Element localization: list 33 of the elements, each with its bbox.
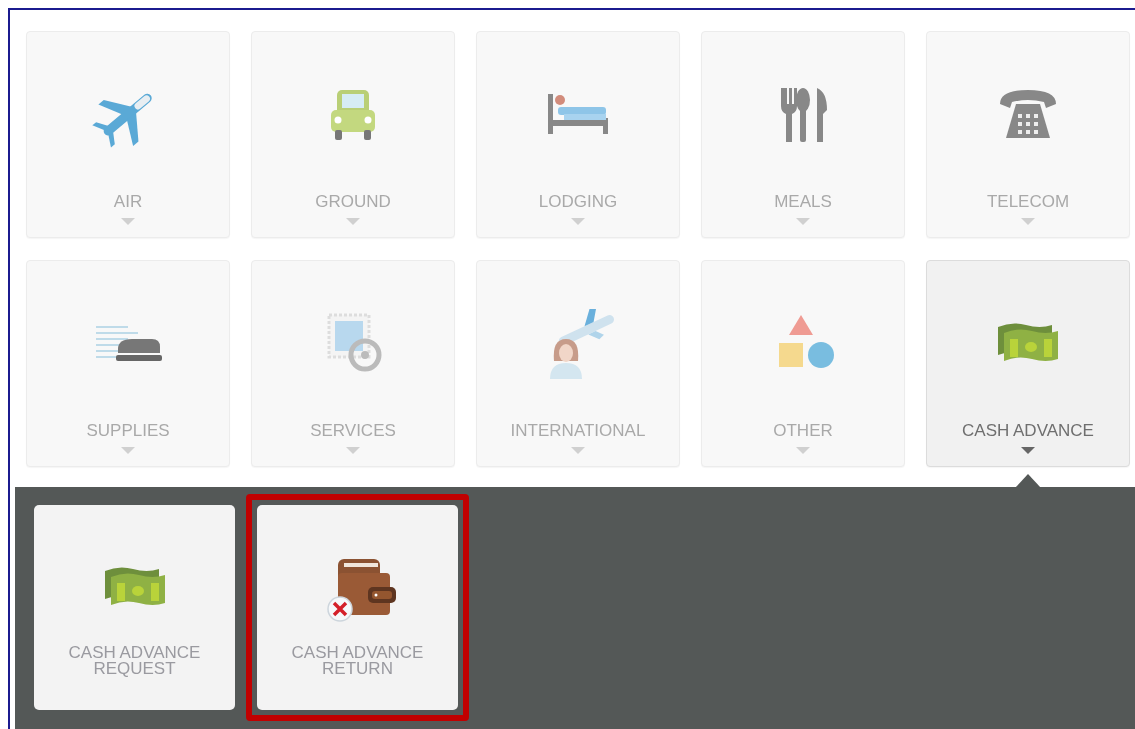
category-tile[interactable]: GROUND (251, 31, 455, 238)
caret-icon (571, 218, 585, 225)
category-label: SERVICES (310, 421, 396, 441)
category-tile[interactable]: INTERNATIONAL (476, 260, 680, 467)
caret-icon (1021, 218, 1035, 225)
caret-icon (1021, 447, 1035, 454)
category-label: CASH ADVANCE (962, 421, 1094, 441)
category-tile[interactable]: AIR (26, 31, 230, 238)
caret-icon (346, 447, 360, 454)
caret-icon (796, 447, 810, 454)
caret-icon (571, 447, 585, 454)
subcategory-tile[interactable]: CASH ADVANCE RETURN (257, 505, 458, 710)
category-label: INTERNATIONAL (510, 421, 646, 441)
category-label: AIR (113, 192, 143, 212)
category-label: GROUND (315, 192, 391, 212)
caret-icon (121, 447, 135, 454)
category-label: SUPPLIES (86, 421, 170, 441)
subcategory-tile[interactable]: CASH ADVANCE REQUEST (34, 505, 235, 710)
category-tile[interactable]: OTHER (701, 260, 905, 467)
caret-icon (121, 218, 135, 225)
caret-icon (346, 218, 360, 225)
category-tile[interactable]: LODGING (476, 31, 680, 238)
caret-icon (796, 218, 810, 225)
category-label: TELECOM (986, 192, 1070, 212)
category-tile[interactable]: SERVICES (251, 260, 455, 467)
subcategory-label: CASH ADVANCE RETURN (290, 645, 425, 677)
subcategory-label: CASH ADVANCE REQUEST (67, 645, 202, 677)
category-label: OTHER (773, 421, 833, 441)
category-tile[interactable]: MEALS (701, 31, 905, 238)
category-tile[interactable]: TELECOM (926, 31, 1130, 238)
category-tile[interactable]: SUPPLIES (26, 260, 230, 467)
category-label: LODGING (538, 192, 618, 212)
category-label: MEALS (774, 192, 832, 212)
